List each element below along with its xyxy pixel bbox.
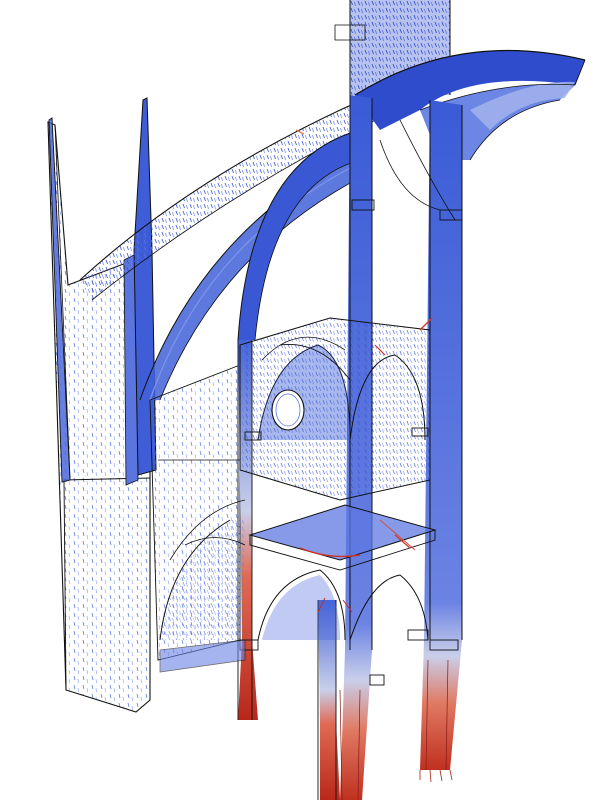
gallery-floor bbox=[248, 504, 437, 571]
diagram-canvas bbox=[0, 0, 600, 800]
triforium bbox=[239, 317, 431, 501]
rose-window bbox=[271, 389, 305, 431]
